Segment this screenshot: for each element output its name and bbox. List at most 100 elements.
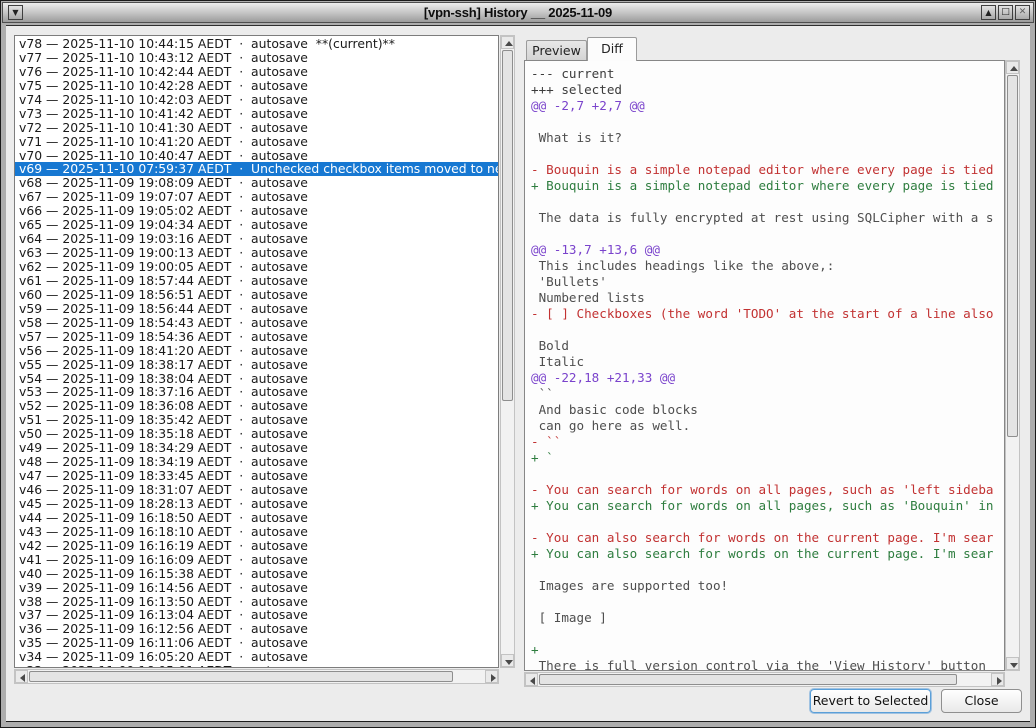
diff-line: Bold bbox=[531, 338, 1004, 354]
list-item[interactable]: v59 — 2025-11-09 18:56:44 AEDT · autosav… bbox=[15, 302, 498, 316]
scroll-right-button[interactable] bbox=[991, 673, 1004, 686]
list-item[interactable]: v36 — 2025-11-09 16:12:56 AEDT · autosav… bbox=[15, 622, 498, 636]
scroll-up-button[interactable] bbox=[501, 36, 514, 49]
list-item[interactable]: v58 — 2025-11-09 18:54:43 AEDT · autosav… bbox=[15, 316, 498, 330]
list-item[interactable]: v56 — 2025-11-09 18:41:20 AEDT · autosav… bbox=[15, 344, 498, 358]
scroll-down-button[interactable] bbox=[1006, 657, 1019, 670]
list-item[interactable]: v65 — 2025-11-09 19:04:34 AEDT · autosav… bbox=[15, 218, 498, 232]
list-item[interactable]: v42 — 2025-11-09 16:16:19 AEDT · autosav… bbox=[15, 539, 498, 553]
titlebar[interactable]: ▼ [vpn-ssh] History __ 2025-11-09 ▲ □ ✕ bbox=[2, 2, 1034, 23]
tab-preview[interactable]: Preview bbox=[526, 40, 587, 61]
list-item[interactable]: v71 — 2025-11-10 10:41:20 AEDT · autosav… bbox=[15, 135, 498, 149]
diff-line bbox=[531, 594, 1004, 610]
diff-line: What is it? bbox=[531, 130, 1004, 146]
window-menu-button[interactable]: ▼ bbox=[8, 5, 23, 20]
diff-line: Numbered lists bbox=[531, 290, 1004, 306]
maximize-button[interactable]: □ bbox=[998, 5, 1013, 20]
list-item[interactable]: v78 — 2025-11-10 10:44:15 AEDT · autosav… bbox=[15, 37, 498, 51]
diff-line: can go here as well. bbox=[531, 418, 1004, 434]
diff-line: This includes headings like the above,: bbox=[531, 258, 1004, 274]
close-window-button[interactable]: ✕ bbox=[1015, 5, 1030, 20]
diff-line: + You can search for words on all pages,… bbox=[531, 498, 1004, 514]
scroll-left-button[interactable] bbox=[525, 673, 538, 686]
list-item[interactable]: v45 — 2025-11-09 18:28:13 AEDT · autosav… bbox=[15, 497, 498, 511]
diff-line bbox=[531, 114, 1004, 130]
list-item[interactable]: v67 — 2025-11-09 19:07:07 AEDT · autosav… bbox=[15, 190, 498, 204]
diff-line: The data is fully encrypted at rest usin… bbox=[531, 210, 1004, 226]
diff-line: 'Bullets' bbox=[531, 274, 1004, 290]
list-item[interactable]: v39 — 2025-11-09 16:14:56 AEDT · autosav… bbox=[15, 581, 498, 595]
list-item[interactable]: v75 — 2025-11-10 10:42:28 AEDT · autosav… bbox=[15, 79, 498, 93]
list-item[interactable]: v46 — 2025-11-09 18:31:07 AEDT · autosav… bbox=[15, 483, 498, 497]
diff-line: There is full version control via the 'V… bbox=[531, 658, 1004, 671]
version-list[interactable]: v78 — 2025-11-10 10:44:15 AEDT · autosav… bbox=[14, 35, 499, 668]
diff-line bbox=[531, 194, 1004, 210]
diff-line: @@ -2,7 +2,7 @@ bbox=[531, 98, 1004, 114]
list-item[interactable]: v61 — 2025-11-09 18:57:44 AEDT · autosav… bbox=[15, 274, 498, 288]
list-item[interactable]: v48 — 2025-11-09 18:34:19 AEDT · autosav… bbox=[15, 455, 498, 469]
list-item[interactable]: v37 — 2025-11-09 16:13:04 AEDT · autosav… bbox=[15, 608, 498, 622]
diff-vertical-scrollbar[interactable] bbox=[1005, 60, 1020, 671]
list-item[interactable]: v50 — 2025-11-09 18:35:18 AEDT · autosav… bbox=[15, 427, 498, 441]
list-item[interactable]: v74 — 2025-11-10 10:42:03 AEDT · autosav… bbox=[15, 93, 498, 107]
list-item[interactable]: v33 — 2025-11-09 16:05:01 AEDT · autosav… bbox=[15, 664, 498, 668]
list-item[interactable]: v57 — 2025-11-09 18:54:36 AEDT · autosav… bbox=[15, 330, 498, 344]
diff-text[interactable]: --- current+++ selected@@ -2,7 +2,7 @@ W… bbox=[524, 60, 1005, 671]
list-item[interactable]: v53 — 2025-11-09 18:37:16 AEDT · autosav… bbox=[15, 385, 498, 399]
list-item[interactable]: v49 — 2025-11-09 18:34:29 AEDT · autosav… bbox=[15, 441, 498, 455]
scrollbar-thumb[interactable] bbox=[1007, 75, 1018, 437]
list-item[interactable]: v77 — 2025-11-10 10:43:12 AEDT · autosav… bbox=[15, 51, 498, 65]
diff-line bbox=[531, 466, 1004, 482]
list-item[interactable]: v64 — 2025-11-09 19:03:16 AEDT · autosav… bbox=[15, 232, 498, 246]
list-item[interactable]: v60 — 2025-11-09 18:56:51 AEDT · autosav… bbox=[15, 288, 498, 302]
list-item[interactable]: v44 — 2025-11-09 16:18:50 AEDT · autosav… bbox=[15, 511, 498, 525]
list-item[interactable]: v40 — 2025-11-09 16:15:38 AEDT · autosav… bbox=[15, 567, 498, 581]
tab-diff[interactable]: Diff bbox=[587, 37, 637, 61]
list-item[interactable]: v70 — 2025-11-10 10:40:47 AEDT · autosav… bbox=[15, 149, 498, 163]
list-item[interactable]: v66 — 2025-11-09 19:05:02 AEDT · autosav… bbox=[15, 204, 498, 218]
list-item[interactable]: v51 — 2025-11-09 18:35:42 AEDT · autosav… bbox=[15, 413, 498, 427]
list-item[interactable]: v62 — 2025-11-09 19:00:05 AEDT · autosav… bbox=[15, 260, 498, 274]
arrow-up-icon bbox=[505, 41, 513, 46]
list-item[interactable]: v35 — 2025-11-09 16:11:06 AEDT · autosav… bbox=[15, 636, 498, 650]
version-list-vertical-scrollbar[interactable] bbox=[500, 35, 515, 668]
list-item[interactable]: v68 — 2025-11-09 19:08:09 AEDT · autosav… bbox=[15, 176, 498, 190]
list-item[interactable]: v63 — 2025-11-09 19:00:13 AEDT · autosav… bbox=[15, 246, 498, 260]
diff-line bbox=[531, 514, 1004, 530]
list-item[interactable]: v38 — 2025-11-09 16:13:50 AEDT · autosav… bbox=[15, 595, 498, 609]
list-item[interactable]: v41 — 2025-11-09 16:16:09 AEDT · autosav… bbox=[15, 553, 498, 567]
scroll-left-button[interactable] bbox=[15, 670, 28, 683]
list-item[interactable]: v43 — 2025-11-09 16:18:10 AEDT · autosav… bbox=[15, 525, 498, 539]
list-item[interactable]: v34 — 2025-11-09 16:05:20 AEDT · autosav… bbox=[15, 650, 498, 664]
arrow-down-icon bbox=[505, 660, 513, 665]
revert-to-selected-button[interactable]: Revert to Selected bbox=[810, 689, 931, 713]
list-item[interactable]: v54 — 2025-11-09 18:38:04 AEDT · autosav… bbox=[15, 372, 498, 386]
shade-button[interactable]: ▲ bbox=[981, 5, 996, 20]
diff-line bbox=[531, 626, 1004, 642]
version-list-horizontal-scrollbar[interactable] bbox=[14, 669, 499, 684]
arrow-right-icon bbox=[491, 674, 496, 682]
list-item[interactable]: v73 — 2025-11-10 10:41:42 AEDT · autosav… bbox=[15, 107, 498, 121]
diff-horizontal-scrollbar[interactable] bbox=[524, 672, 1005, 687]
scrollbar-thumb[interactable] bbox=[502, 50, 513, 401]
diff-line: @@ -13,7 +13,6 @@ bbox=[531, 242, 1004, 258]
list-item[interactable]: v69 — 2025-11-10 07:59:37 AEDT · Uncheck… bbox=[15, 162, 498, 176]
scrollbar-thumb[interactable] bbox=[29, 671, 453, 682]
diff-line bbox=[531, 562, 1004, 578]
diff-line: - `` bbox=[531, 434, 1004, 450]
diff-line: + You can also search for words on the c… bbox=[531, 546, 1004, 562]
window-title: [vpn-ssh] History __ 2025-11-09 bbox=[3, 3, 1033, 22]
list-item[interactable]: v55 — 2025-11-09 18:38:17 AEDT · autosav… bbox=[15, 358, 498, 372]
close-button[interactable]: Close bbox=[941, 689, 1022, 713]
scroll-down-button[interactable] bbox=[501, 654, 514, 667]
scroll-right-button[interactable] bbox=[485, 670, 498, 683]
list-item[interactable]: v47 — 2025-11-09 18:33:45 AEDT · autosav… bbox=[15, 469, 498, 483]
scroll-up-button[interactable] bbox=[1006, 61, 1019, 74]
list-item[interactable]: v52 — 2025-11-09 18:36:08 AEDT · autosav… bbox=[15, 399, 498, 413]
diff-line: Italic bbox=[531, 354, 1004, 370]
arrow-right-icon bbox=[997, 677, 1002, 685]
list-item[interactable]: v72 — 2025-11-10 10:41:30 AEDT · autosav… bbox=[15, 121, 498, 135]
list-item[interactable]: v76 — 2025-11-10 10:42:44 AEDT · autosav… bbox=[15, 65, 498, 79]
scrollbar-thumb[interactable] bbox=[539, 674, 957, 685]
shade-icon: ▲ bbox=[985, 8, 991, 17]
